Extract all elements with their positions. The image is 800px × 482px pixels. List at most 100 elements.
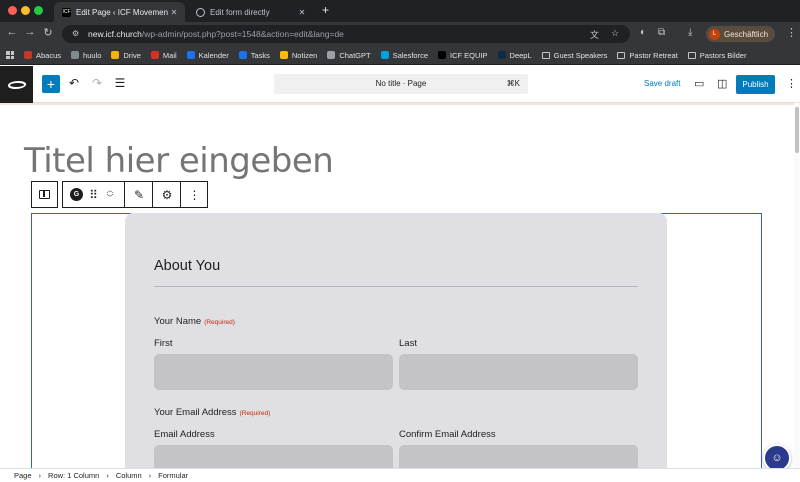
save-draft-button[interactable]: Save draft [644, 79, 680, 88]
window-minimize-button[interactable] [21, 6, 30, 15]
bookmark-favicon-icon [438, 51, 447, 59]
preview-icon[interactable]: ▭ [694, 77, 704, 90]
first-name-label: First [154, 338, 173, 349]
bookmark-item[interactable]: DeepL [497, 51, 532, 60]
tab-edit-form[interactable]: Edit form directly ✕ [188, 2, 313, 22]
scrollbar-thumb[interactable] [795, 107, 799, 153]
confirm-email-label: Confirm Email Address [399, 429, 496, 440]
back-arrow-icon[interactable]: ← [5, 26, 19, 38]
first-name-input[interactable] [154, 354, 393, 390]
profile-button[interactable]: L Geschäftlich [706, 26, 776, 42]
breadcrumb-separator: › [38, 471, 42, 480]
window-maximize-button[interactable] [34, 6, 43, 15]
extensions-puzzle-icon[interactable]: ⧉ [658, 27, 665, 38]
translate-icon[interactable]: 文 [590, 28, 599, 41]
name-field-label: Your Name (Required) [154, 316, 235, 327]
options-menu-icon[interactable]: ⋮ [786, 77, 797, 90]
bookmark-item[interactable]: ChatGPT [327, 51, 371, 60]
bookmark-label: Mail [162, 50, 177, 60]
confirm-email-input[interactable] [399, 445, 638, 468]
bookmark-favicon-icon [111, 51, 120, 59]
shortcut-hint: ⌘K [506, 79, 520, 88]
publish-button[interactable]: Publish [736, 75, 775, 94]
more-options-icon[interactable]: ⋮ [181, 182, 208, 207]
email-input[interactable] [154, 445, 393, 468]
bookmark-favicon-icon [279, 51, 288, 59]
bookmark-item[interactable]: ICF EQUIP [438, 51, 488, 60]
extension-icon[interactable]: ◐ [640, 27, 646, 38]
bookmark-label: ICF EQUIP [450, 50, 488, 60]
redo-icon[interactable]: ↷ [90, 76, 104, 90]
bookmark-star-icon[interactable]: ☆ [611, 28, 619, 39]
settings-gear-icon[interactable]: ⚙ [153, 182, 181, 207]
breadcrumb-item[interactable]: Page [14, 471, 32, 480]
close-icon[interactable]: ✕ [168, 8, 180, 17]
breadcrumb-item[interactable]: Row: 1 Column [48, 471, 99, 480]
chevron-down-icon[interactable]: ﹀ [107, 195, 114, 203]
address-bar[interactable]: ⚙ new.icf.church/wp-admin/post.php?post=… [62, 25, 630, 43]
reload-icon[interactable]: ↻ [41, 26, 55, 39]
bookmark-label: Tasks [250, 50, 270, 60]
bookmark-favicon-icon [497, 51, 506, 59]
download-icon[interactable]: ⤓ [688, 27, 692, 38]
breadcrumb-separator: › [106, 471, 109, 480]
email-address-label: Email Address [154, 429, 215, 440]
editor-scrollbar[interactable] [794, 103, 800, 468]
breadcrumb-item[interactable]: Column [116, 471, 142, 480]
bookmark-favicon-icon [327, 51, 336, 59]
site-logo[interactable] [0, 66, 33, 103]
bookmark-favicon-icon [238, 51, 247, 59]
post-title-input[interactable]: Titel hier eingeben [24, 141, 334, 181]
drag-handle-icon[interactable]: ⠿ [87, 182, 99, 207]
new-tab-icon[interactable]: + [322, 3, 329, 17]
settings-sidebar-icon[interactable]: ◫ [717, 77, 727, 90]
window-close-button[interactable] [8, 6, 17, 15]
parent-block-selector[interactable] [31, 181, 58, 208]
globe-icon [196, 7, 205, 17]
icf-logo-icon [6, 80, 27, 89]
bookmark-item[interactable]: Tasks [238, 50, 270, 60]
bookmark-item[interactable]: Drive [111, 51, 141, 60]
forward-arrow-icon[interactable]: → [23, 26, 37, 38]
editor-canvas: Titel hier eingeben G ⠿ ︿ ﹀ ✎ ⚙ ⋮ About Y… [0, 103, 794, 468]
command-palette-button[interactable]: No title · Page ⌘K [274, 74, 528, 94]
bookmark-label: huulo [83, 50, 102, 60]
site-info-icon[interactable]: ⚙ [72, 29, 82, 39]
close-icon[interactable]: ✕ [296, 8, 308, 17]
last-name-input[interactable] [399, 354, 638, 390]
bookmark-item[interactable]: Salesforce [380, 51, 428, 60]
chevron-up-icon[interactable]: ︿ [107, 187, 114, 195]
bookmark-favicon-icon [380, 51, 389, 59]
bookmark-favicon-icon [150, 51, 159, 59]
apps-grid-icon[interactable] [6, 51, 14, 59]
undo-icon[interactable]: ↶ [67, 76, 81, 90]
bookmark-item[interactable]: Guest Speakers [541, 50, 608, 60]
document-overview-icon[interactable]: ☰ [113, 76, 127, 90]
edit-pencil-icon[interactable]: ✎ [125, 182, 153, 207]
bookmark-item[interactable]: Pastors Bilder [687, 51, 746, 60]
gravity-form-block[interactable]: About You Your Name (Required) First Last… [125, 213, 667, 468]
bookmark-item[interactable]: Kalender [186, 50, 229, 60]
breadcrumb-item[interactable]: Formular [158, 471, 188, 480]
bookmark-item[interactable]: Notizen [279, 51, 317, 60]
bookmark-label: Guest Speakers [553, 50, 608, 60]
tab-edit-page[interactable]: ICF Edit Page ‹ ICF Movement — ✕ [54, 2, 185, 22]
move-block-controls[interactable]: ︿ ﹀ [103, 182, 117, 207]
block-toolbar: G ⠿ ︿ ﹀ ✎ ⚙ ⋮ [62, 181, 208, 208]
bookmark-item[interactable]: Mail [150, 50, 177, 60]
avatar: L [709, 28, 720, 40]
browser-menu-icon[interactable]: ⋮ [786, 26, 797, 39]
browser-toolbar: ← → ↻ ⚙ new.icf.church/wp-admin/post.php… [0, 22, 800, 46]
last-name-label: Last [399, 338, 417, 349]
gravity-forms-block-icon[interactable]: G [69, 182, 84, 207]
profile-label: Geschäftlich [724, 29, 769, 39]
bookmark-favicon-icon [24, 51, 32, 59]
block-inserter-button[interactable]: + [42, 75, 60, 93]
bookmark-label: Kalender [198, 50, 229, 60]
bookmark-item[interactable]: huulo [71, 51, 101, 60]
required-indicator: (Required) [239, 410, 271, 417]
section-title: About You [154, 258, 221, 274]
section-divider [154, 286, 638, 287]
bookmark-item[interactable]: Abacus [24, 51, 61, 60]
bookmark-item[interactable]: Pastor Retreat [617, 51, 678, 60]
